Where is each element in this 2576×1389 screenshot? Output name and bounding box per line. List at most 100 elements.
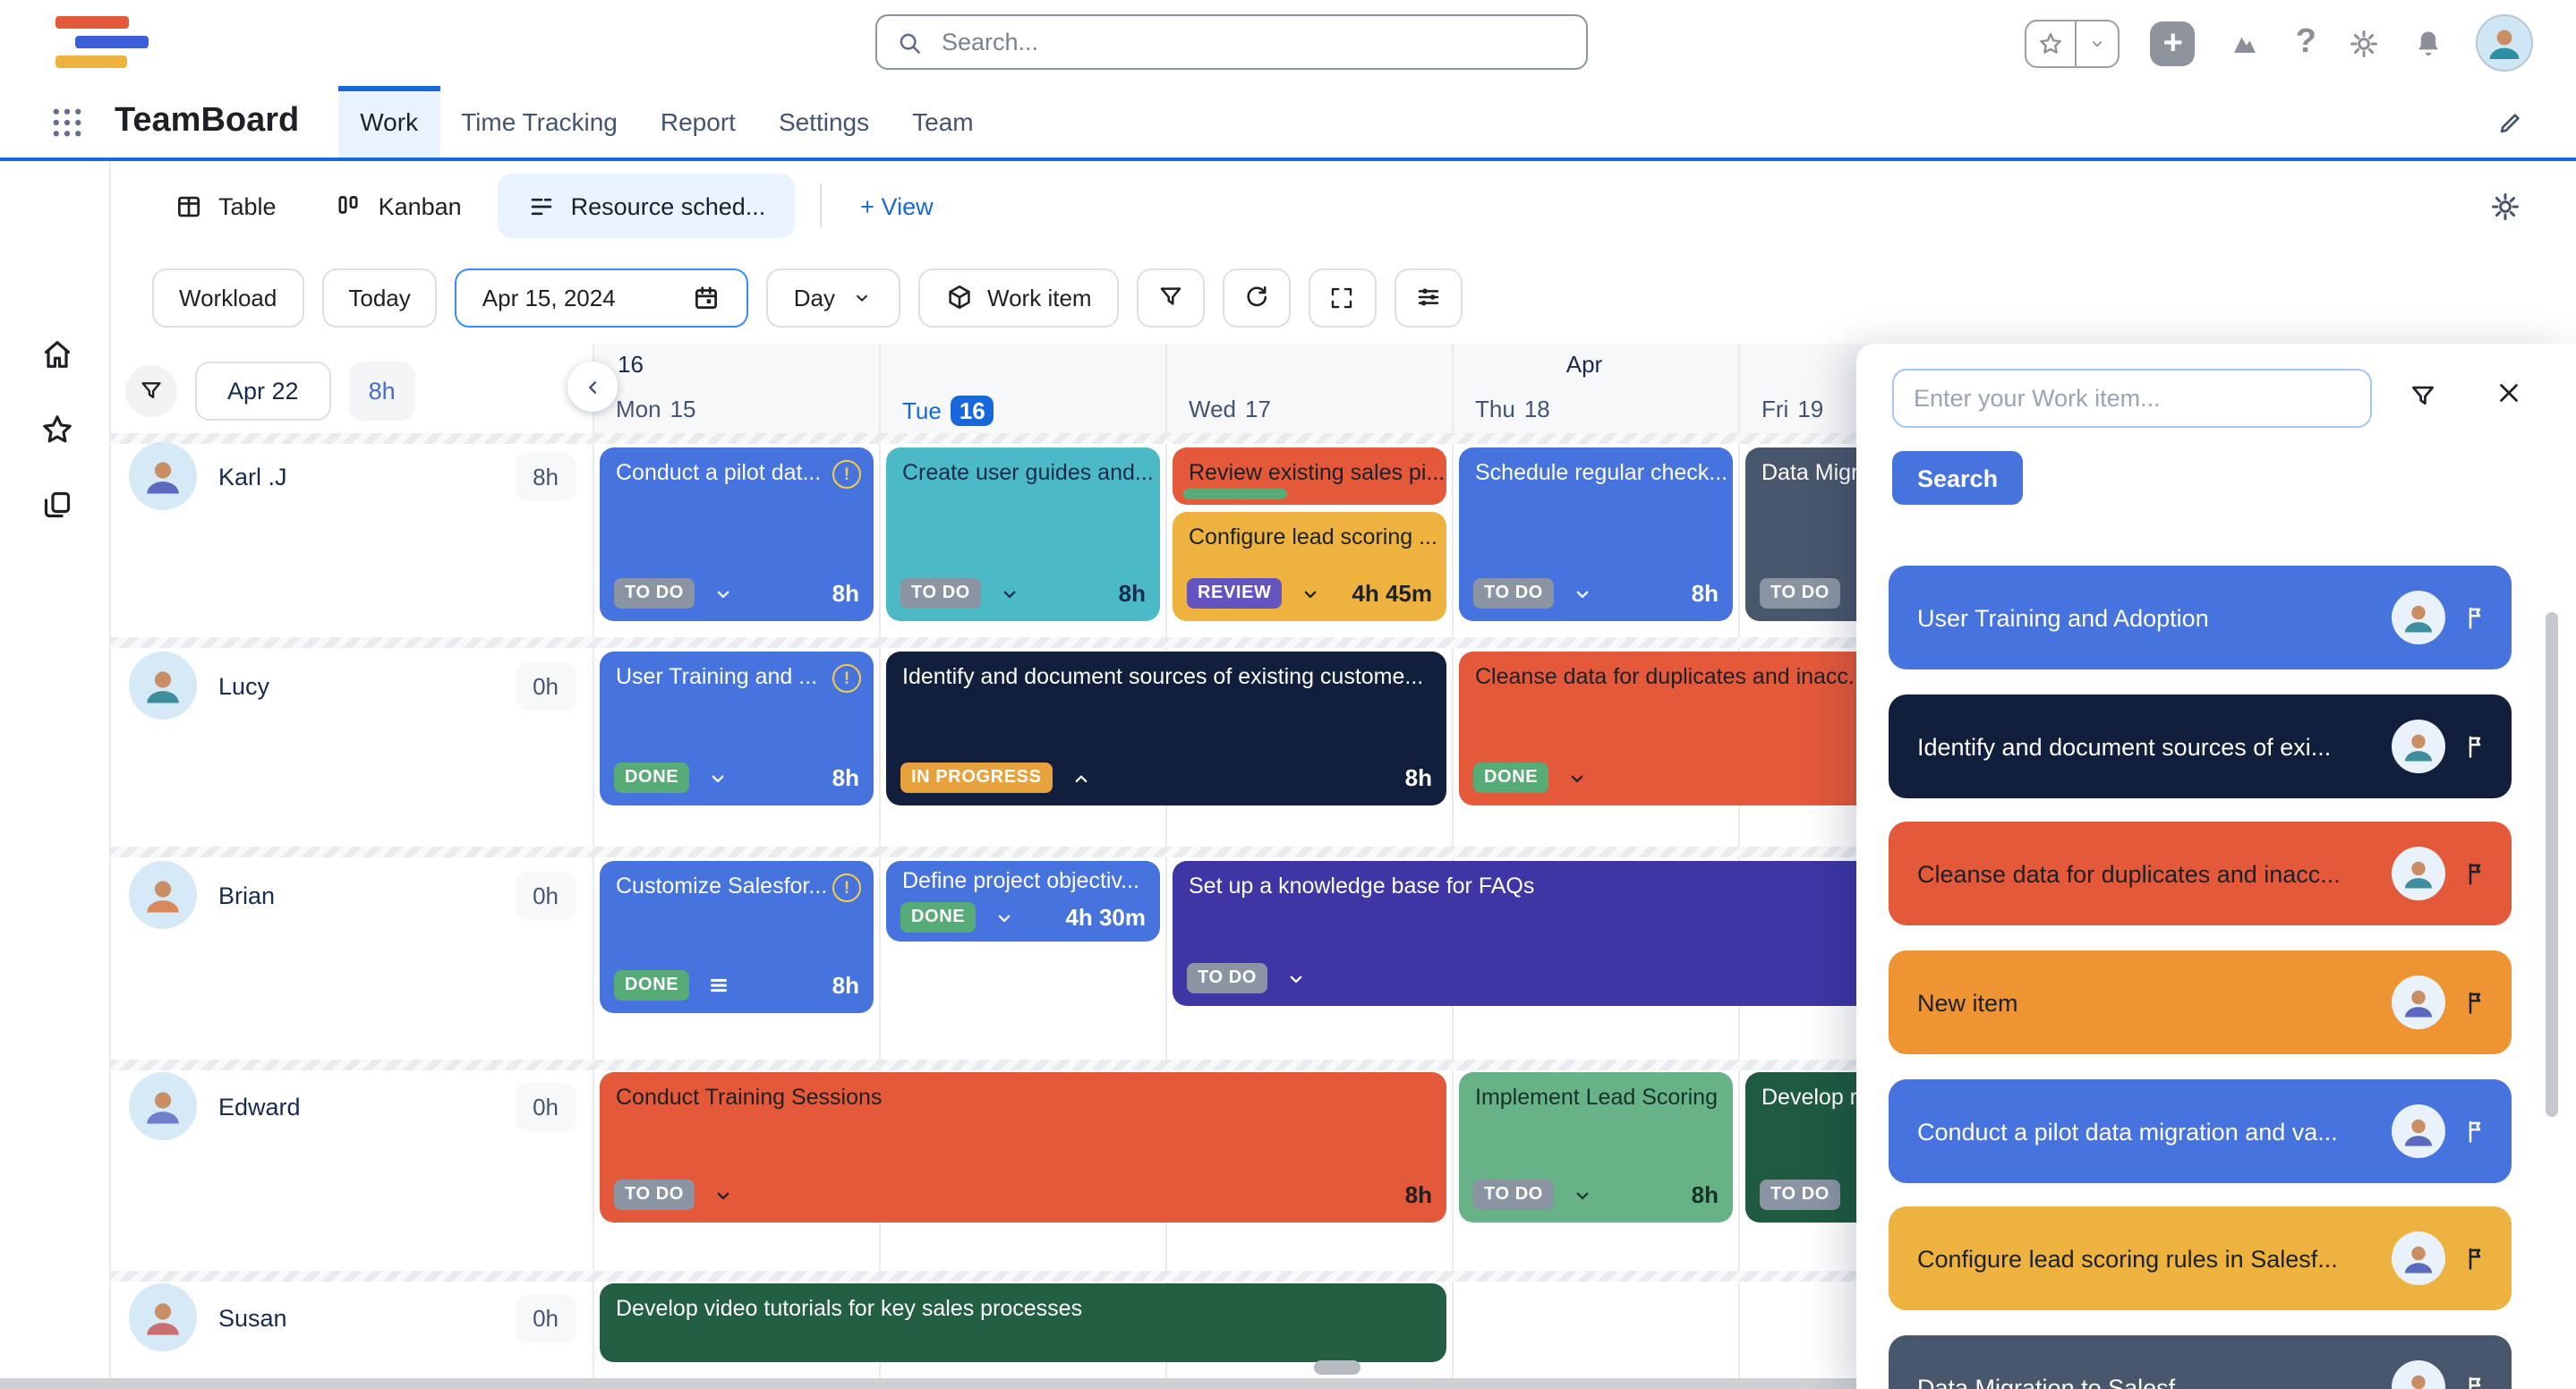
- task-card[interactable]: Configure lead scoring ... REVIEW4h 45m: [1173, 512, 1446, 621]
- resource-row[interactable]: Lucy 0h: [129, 652, 576, 720]
- resource-row[interactable]: Karl .J 8h: [129, 442, 576, 510]
- global-search-input[interactable]: [938, 27, 1568, 57]
- view-resource-scheduling[interactable]: Resource sched...: [498, 174, 795, 238]
- chevron-down-icon[interactable]: [705, 765, 730, 790]
- workload-button[interactable]: Workload: [152, 268, 303, 327]
- tab-report[interactable]: Report: [639, 86, 757, 158]
- flag-icon[interactable]: [2461, 1244, 2490, 1273]
- flag-icon[interactable]: [2461, 732, 2490, 761]
- filter-button[interactable]: [1137, 268, 1205, 327]
- task-card[interactable]: Implement Lead Scoring TO DO8h: [1459, 1072, 1733, 1223]
- status-badge[interactable]: TO DO: [1187, 963, 1267, 993]
- task-card[interactable]: Conduct Training Sessions TO DO8h: [600, 1072, 1446, 1223]
- status-badge[interactable]: TO DO: [1473, 578, 1554, 609]
- notifications-button[interactable]: [2411, 26, 2445, 60]
- tab-team[interactable]: Team: [891, 86, 994, 158]
- board-settings-button[interactable]: [2488, 190, 2522, 224]
- global-search[interactable]: [875, 14, 1588, 70]
- favorites-split-button[interactable]: [2026, 19, 2120, 67]
- chevron-down-icon[interactable]: [1565, 765, 1590, 790]
- chevron-down-icon[interactable]: [711, 1182, 736, 1207]
- collapse-resource-panel-button[interactable]: [567, 362, 618, 412]
- work-item-result[interactable]: Conduct a pilot data migration and va...: [1889, 1079, 2512, 1183]
- flag-icon[interactable]: [2461, 603, 2490, 632]
- app-logo[interactable]: [55, 16, 150, 70]
- work-item-result[interactable]: Cleanse data for duplicates and inacc...: [1889, 822, 2512, 925]
- fullscreen-button[interactable]: [1309, 268, 1377, 327]
- flag-icon[interactable]: [2461, 1117, 2490, 1146]
- flag-icon[interactable]: [2461, 1373, 2490, 1389]
- resource-row[interactable]: Susan 0h: [129, 1283, 576, 1351]
- status-badge[interactable]: DONE: [900, 902, 976, 933]
- task-card[interactable]: Create user guides and... TO DO8h: [886, 447, 1160, 621]
- chevron-down-icon[interactable]: [1284, 966, 1309, 991]
- task-card[interactable]: Define project objectiv... DONE4h 30m: [886, 861, 1160, 942]
- day-header-fri[interactable]: Fri19: [1761, 396, 1823, 422]
- work-item-button[interactable]: Work item: [917, 268, 1119, 327]
- day-header-mon[interactable]: Mon15: [616, 396, 696, 422]
- today-button[interactable]: Today: [321, 268, 437, 327]
- status-badge[interactable]: REVIEW: [1187, 578, 1283, 609]
- create-button[interactable]: +: [2151, 21, 2196, 65]
- chevron-down-icon[interactable]: [1570, 581, 1595, 606]
- resource-hours-chip[interactable]: 8h: [349, 362, 415, 421]
- chevron-down-icon[interactable]: [997, 581, 1022, 606]
- chevron-up-icon[interactable]: [1069, 765, 1094, 790]
- status-badge[interactable]: DONE: [614, 763, 689, 793]
- status-badge[interactable]: DONE: [1473, 763, 1548, 793]
- panel-scrollbar-thumb[interactable]: [2546, 612, 2558, 1117]
- work-item-result[interactable]: New item: [1889, 950, 2512, 1054]
- panel-search-button[interactable]: Search: [1892, 451, 2023, 505]
- add-view-button[interactable]: + View: [846, 192, 947, 219]
- resource-row[interactable]: Brian 0h: [129, 861, 576, 929]
- work-item-result[interactable]: Identify and document sources of exi...: [1889, 694, 2512, 798]
- task-card[interactable]: Develop video tutorials for key sales pr…: [600, 1283, 1446, 1362]
- user-avatar[interactable]: [2476, 14, 2533, 72]
- help-button[interactable]: ?: [2296, 23, 2316, 63]
- resource-row[interactable]: Edward 0h: [129, 1072, 576, 1140]
- task-card[interactable]: Conduct a pilot dat... ! TO DO8h: [600, 447, 874, 621]
- work-item-result[interactable]: Configure lead scoring rules in Salesf..…: [1889, 1206, 2512, 1310]
- resource-date-chip[interactable]: Apr 22: [195, 362, 331, 421]
- favorites-button[interactable]: [39, 412, 75, 447]
- task-card[interactable]: Identify and document sources of existin…: [886, 652, 1446, 805]
- apps-button[interactable]: [2226, 23, 2265, 63]
- tab-settings[interactable]: Settings: [757, 86, 891, 158]
- work-item-result[interactable]: User Training and Adoption: [1889, 566, 2512, 669]
- display-options-button[interactable]: [1395, 268, 1463, 327]
- refresh-button[interactable]: [1223, 268, 1291, 327]
- chevron-down-icon[interactable]: [992, 905, 1017, 930]
- flag-icon[interactable]: [2461, 859, 2490, 888]
- status-badge[interactable]: TO DO: [1760, 578, 1840, 609]
- edit-button[interactable]: [2495, 107, 2526, 137]
- settings-button[interactable]: [2347, 26, 2381, 60]
- chevron-down-icon[interactable]: [1299, 581, 1324, 606]
- flag-icon[interactable]: [2461, 988, 2490, 1017]
- chevron-down-icon[interactable]: [1570, 1182, 1595, 1207]
- date-picker[interactable]: Apr 15, 2024: [456, 268, 749, 327]
- task-card[interactable]: User Training and ... ! DONE8h: [600, 652, 874, 805]
- task-card[interactable]: Review existing sales pi...: [1173, 447, 1446, 505]
- status-badge[interactable]: TO DO: [614, 1180, 695, 1210]
- status-badge[interactable]: TO DO: [1473, 1180, 1554, 1210]
- menu-icon[interactable]: [705, 972, 732, 999]
- granularity-dropdown[interactable]: Day: [767, 268, 900, 327]
- task-card[interactable]: Schedule regular check... TO DO8h: [1459, 447, 1733, 621]
- day-header-wed[interactable]: Wed17: [1189, 396, 1271, 422]
- task-card[interactable]: Customize Salesfor... ! DONE8h: [600, 861, 874, 1013]
- boards-button[interactable]: [39, 487, 75, 523]
- resource-filter-button[interactable]: [125, 365, 177, 417]
- work-item-result[interactable]: Data Migration to Salesf...: [1889, 1335, 2512, 1389]
- tab-time-tracking[interactable]: Time Tracking: [439, 86, 639, 158]
- view-table[interactable]: Table: [152, 174, 298, 238]
- status-badge[interactable]: TO DO: [1760, 1180, 1840, 1210]
- day-header-thu[interactable]: Thu18: [1475, 396, 1550, 422]
- day-header-tue-today[interactable]: Tue16: [902, 396, 994, 426]
- home-button[interactable]: [39, 337, 75, 372]
- chevron-down-icon[interactable]: [711, 581, 736, 606]
- view-kanban[interactable]: Kanban: [312, 174, 483, 238]
- horizontal-scrollbar-thumb[interactable]: [1314, 1360, 1361, 1375]
- status-badge[interactable]: IN PROGRESS: [900, 763, 1053, 793]
- status-badge[interactable]: DONE: [614, 970, 689, 1001]
- work-item-search-input[interactable]: [1892, 369, 2372, 428]
